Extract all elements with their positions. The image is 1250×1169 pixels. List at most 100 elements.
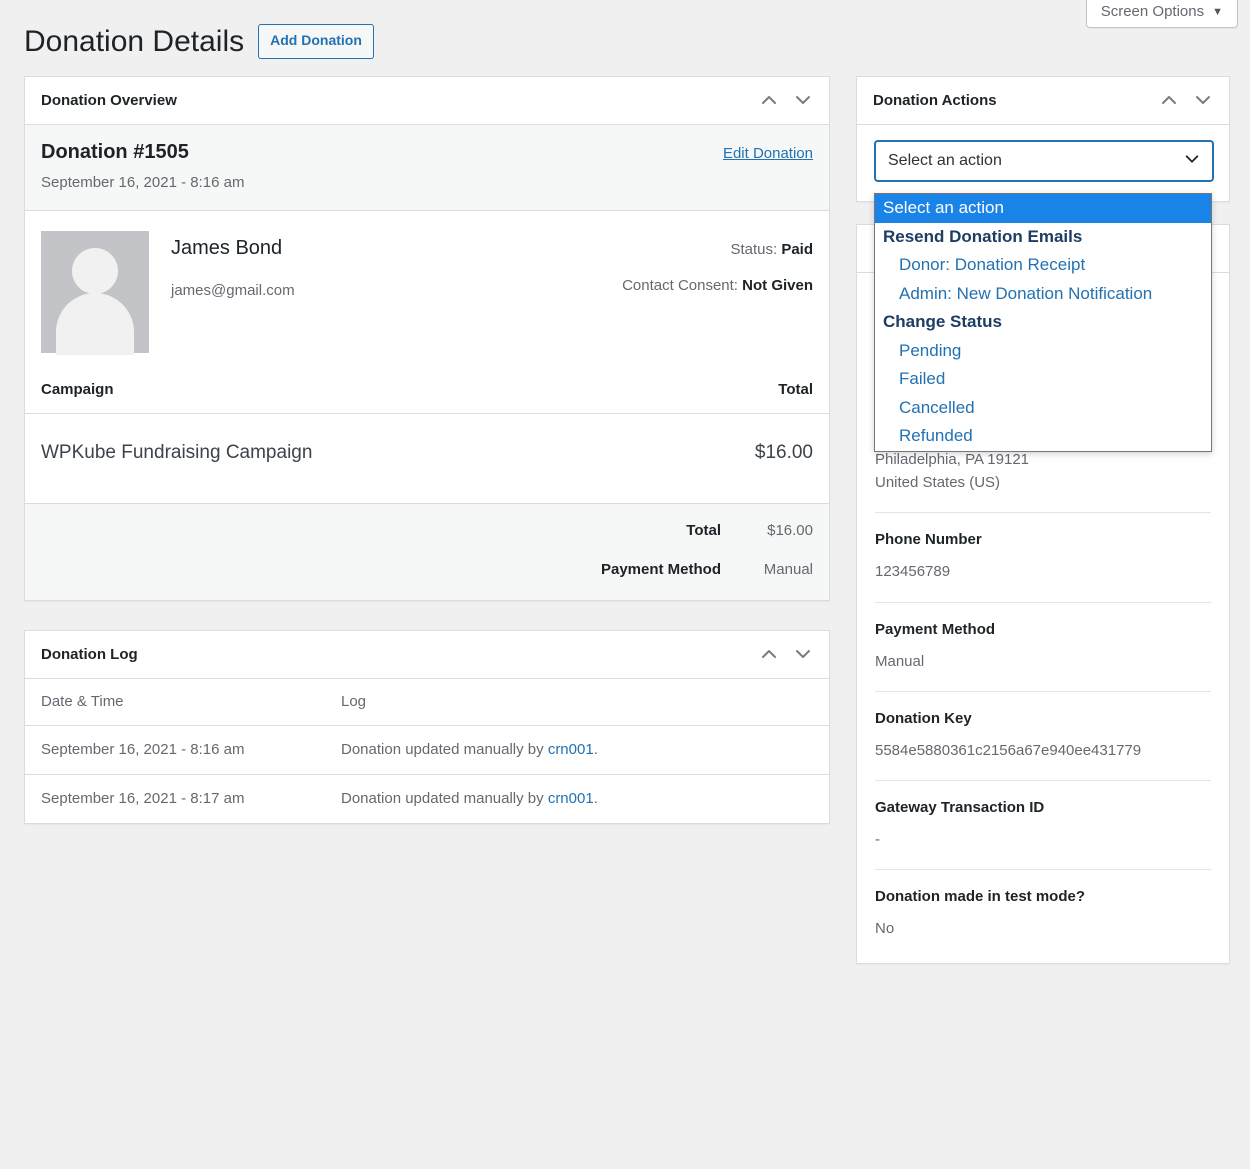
chevron-down-icon[interactable] (793, 644, 813, 664)
detail-label-phone: Phone Number (875, 531, 982, 549)
detail-group-donation-key: Donation Key 5584e5880361c2156a67e940ee4… (875, 690, 1211, 762)
detail-label-test-mode: Donation made in test mode? (875, 888, 1086, 906)
log-text-after: . (593, 790, 598, 807)
log-date: September 16, 2021 - 8:17 am (41, 790, 245, 807)
panel-title: Donation Log (41, 645, 138, 663)
total-label: Total (686, 522, 721, 539)
panel-title: Donation Overview (41, 91, 177, 109)
table-header-row: Date & Time Log (25, 679, 829, 726)
donation-number: Donation #1505 (41, 141, 189, 163)
totals-section: Total $16.00 Payment Method Manual (25, 504, 829, 600)
donation-actions-panel: Donation Actions Select an action (856, 76, 1230, 202)
donor-meta: Status: Paid Contact Consent: Not Given (622, 231, 813, 353)
campaign-table-header: Campaign Total (25, 353, 829, 414)
table-row: September 16, 2021 - 8:17 am Donation up… (25, 775, 829, 824)
donation-actions-body: Select an action (857, 125, 1229, 201)
add-donation-button[interactable]: Add Donation (258, 24, 374, 59)
chevron-down-icon: ▼ (1212, 5, 1223, 18)
detail-group-phone: Phone Number 123456789 (875, 512, 1211, 583)
detail-value-donation-key: 5584e5880361c2156a67e940ee431779 (875, 741, 1142, 759)
consent-value: Not Given (742, 277, 813, 294)
status-row: Status: Paid (622, 241, 813, 258)
log-text-after: . (593, 741, 598, 758)
chevron-down-icon[interactable] (793, 90, 813, 110)
status-badge: Paid (781, 241, 813, 258)
log-text: Donation updated manually by crn001. (325, 725, 829, 775)
left-column: Donation Overview Donation #1505 Edit Do… (24, 76, 830, 824)
log-text: Donation updated manually by crn001. (325, 775, 829, 824)
donation-summary-header: Donation #1505 Edit Donation September 1… (25, 125, 829, 211)
panel-toggles (759, 90, 813, 110)
donation-log-header: Donation Log (25, 631, 829, 679)
action-select[interactable]: Select an action (875, 141, 1213, 181)
donation-log-panel: Donation Log Date & Time Log September 1… (24, 630, 830, 824)
log-text-before: Donation updated manually by (341, 741, 548, 758)
dropdown-option-select-an-action[interactable]: Select an action (875, 194, 1211, 223)
campaign-amount: $16.00 (754, 442, 813, 463)
donor-name: James Bond (171, 237, 283, 259)
total-column-header: Total (778, 381, 813, 398)
donation-overview-header: Donation Overview (25, 77, 829, 125)
dropdown-option-donor-donation-receipt[interactable]: Donor: Donation Receipt (875, 251, 1211, 280)
total-value: $16.00 (767, 522, 813, 539)
donor-info: James Bond james@gmail.com (149, 231, 622, 353)
consent-label: Contact Consent: (622, 277, 738, 294)
page-header: Donation Details Add Donation (24, 22, 374, 61)
edit-donation-link[interactable]: Edit Donation (723, 145, 813, 162)
detail-group-test-mode: Donation made in test mode? No (875, 869, 1211, 940)
page-title: Donation Details (24, 25, 245, 58)
payment-method-label: Payment Method (600, 561, 721, 578)
avatar-head-shape (72, 248, 118, 294)
table-row: September 16, 2021 - 8:16 am Donation up… (25, 725, 829, 775)
chevron-down-icon[interactable] (1193, 90, 1213, 110)
campaign-row: WPKube Fundraising Campaign $16.00 (25, 414, 829, 504)
total-row: Total $16.00 (41, 522, 813, 539)
log-user-link[interactable]: crn001 (548, 741, 594, 758)
screen-options-button[interactable]: Screen Options ▼ (1085, 0, 1238, 28)
panel-toggles (759, 644, 813, 664)
donor-block: James Bond james@gmail.com Status: Paid … (25, 211, 829, 355)
status-label: Status: (730, 241, 778, 258)
log-user-link[interactable]: crn001 (548, 790, 594, 807)
column-header-log: Log (325, 679, 829, 726)
avatar (41, 231, 149, 355)
chevron-up-icon[interactable] (1159, 90, 1179, 110)
payment-method-row: Payment Method Manual (41, 561, 813, 578)
campaign-name: WPKube Fundraising Campaign (41, 442, 313, 463)
campaign-column-header: Campaign (41, 381, 114, 398)
detail-label-donation-key: Donation Key (875, 709, 972, 727)
column-header-date: Date & Time (25, 679, 325, 726)
chevron-up-icon[interactable] (759, 90, 779, 110)
detail-label-gateway-transaction-id: Gateway Transaction ID (875, 799, 1045, 816)
detail-label-payment-method: Payment Method (875, 620, 996, 638)
screen-options-label: Screen Options (1100, 3, 1205, 20)
detail-value-test-mode: No (875, 920, 895, 938)
payment-method-value: Manual (763, 561, 813, 578)
donation-log-table: Date & Time Log September 16, 2021 - 8:1… (25, 679, 829, 823)
detail-value-phone: 123456789 (875, 563, 951, 581)
avatar-body-shape (56, 293, 134, 355)
dropdown-group-change-status: Change Status (883, 312, 1003, 331)
action-select-value: Select an action (888, 152, 1002, 169)
dropdown-option-cancelled[interactable]: Cancelled (875, 394, 1211, 423)
dropdown-option-refunded[interactable]: Refunded (875, 422, 1211, 451)
detail-group-gateway-transaction-id: Gateway Transaction ID - (875, 780, 1211, 851)
chevron-down-icon (1183, 150, 1201, 173)
admin-page: Screen Options ▼ Donation Details Add Do… (0, 0, 1250, 1169)
detail-value-payment-method: Manual (875, 652, 925, 670)
panel-toggles (1159, 90, 1213, 110)
consent-row: Contact Consent: Not Given (622, 277, 813, 294)
dropdown-option-admin-new-donation-notification[interactable]: Admin: New Donation Notification (875, 280, 1211, 309)
action-dropdown-list[interactable]: Select an action Resend Donation Emails … (874, 193, 1212, 452)
log-date: September 16, 2021 - 8:16 am (25, 725, 325, 775)
dropdown-group-resend-donation-emails: Resend Donation Emails (883, 226, 1083, 246)
detail-value-gateway-transaction-id: - (875, 831, 880, 848)
donation-actions-header: Donation Actions (857, 77, 1229, 125)
donor-email: james@gmail.com (171, 282, 295, 299)
address-line: United States (US) (875, 474, 1001, 491)
donation-overview-panel: Donation Overview Donation #1505 Edit Do… (24, 76, 830, 601)
dropdown-option-failed[interactable]: Failed (875, 365, 1211, 394)
log-text-before: Donation updated manually by (341, 790, 548, 807)
dropdown-option-pending[interactable]: Pending (875, 337, 1211, 366)
chevron-up-icon[interactable] (759, 644, 779, 664)
